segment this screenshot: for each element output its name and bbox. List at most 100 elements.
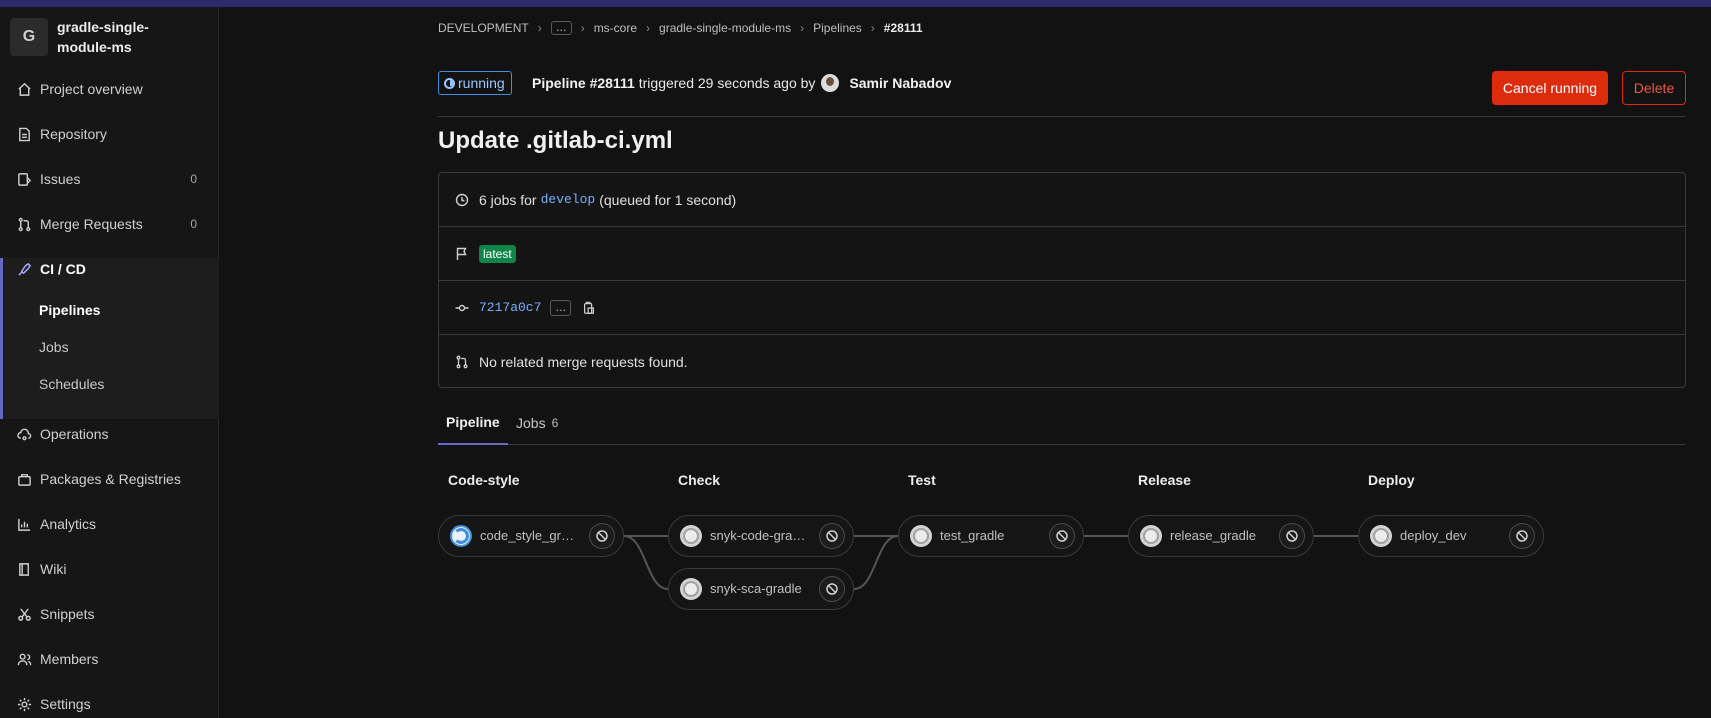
job-release-gradle[interactable]: release_gradle <box>1128 515 1314 557</box>
pipeline-id: Pipeline #28111 <box>532 75 635 91</box>
sidebar-item-label: Project overview <box>40 81 143 97</box>
commit-sha-link[interactable]: 7217a0c7 <box>479 300 541 315</box>
sidebar-item-operations[interactable]: Operations <box>0 417 219 451</box>
sidebar-item-label: Settings <box>40 696 91 712</box>
pipeline-tabs: Pipeline Jobs 6 <box>438 400 1686 445</box>
job-code-style-gradle[interactable]: code_style_gradle <box>438 515 624 557</box>
sidebar-subitem-schedules[interactable]: Schedules <box>39 376 104 392</box>
user-name[interactable]: Samir Nabadov <box>849 75 951 91</box>
job-link <box>853 535 899 590</box>
cancel-icon <box>826 583 838 595</box>
status-running-icon <box>444 77 455 89</box>
merge-request-icon <box>16 216 32 232</box>
pipeline-summary: Pipeline #28111 triggered 29 seconds ago… <box>532 74 951 92</box>
job-name: deploy_dev <box>1400 528 1467 543</box>
breadcrumb-current[interactable]: #28111 <box>884 21 923 35</box>
sidebar-item-repository[interactable]: Repository <box>0 117 219 151</box>
project-name: gradle-single-module-ms <box>57 19 149 55</box>
jobs-tab-count: 6 <box>551 415 559 430</box>
pipeline-graph: Code-style Check Test Release Deploy cod… <box>438 462 1686 622</box>
latest-badge: latest <box>479 244 516 263</box>
job-name: snyk-code-gradle <box>710 528 808 543</box>
branch-link[interactable]: develop <box>541 192 596 207</box>
jobs-count-text: 6 jobs for <box>479 191 537 208</box>
breadcrumb-expand-button[interactable]: … <box>550 21 572 35</box>
commit-expand-button[interactable]: … <box>550 299 572 316</box>
badges-row: latest <box>439 227 1685 281</box>
job-snyk-sca-gradle[interactable]: snyk-sca-gradle <box>668 568 854 610</box>
package-icon <box>16 471 32 487</box>
scissors-icon <box>16 606 32 622</box>
project-avatar: G <box>10 18 48 56</box>
job-link <box>623 535 669 590</box>
home-icon <box>16 81 32 97</box>
cancel-job-button[interactable] <box>589 523 615 549</box>
tab-label: Jobs <box>516 414 546 431</box>
sidebar-item-project-overview[interactable]: Project overview <box>0 72 219 106</box>
status-created-icon <box>1140 525 1162 547</box>
breadcrumb-development[interactable]: DEVELOPMENT <box>438 21 529 35</box>
breadcrumb-ms-core[interactable]: ms-core <box>594 21 637 35</box>
chevron-right-icon: › <box>870 21 875 35</box>
cancel-job-button[interactable] <box>819 523 845 549</box>
job-test-gradle[interactable]: test_gradle <box>898 515 1084 557</box>
sidebar-item-analytics[interactable]: Analytics <box>0 507 219 541</box>
breadcrumb-pipelines[interactable]: Pipelines <box>813 21 862 35</box>
chevron-right-icon: › <box>537 21 542 35</box>
gear-icon <box>16 696 32 712</box>
job-name: test_gradle <box>940 528 1005 543</box>
sidebar-item-cicd[interactable]: CI / CD <box>0 252 219 286</box>
merge-requests-row: No related merge requests found. <box>439 335 1685 389</box>
merge-request-icon <box>455 355 469 369</box>
pipeline-header: running Pipeline #28111 triggered 29 sec… <box>438 71 1686 117</box>
status-running-icon <box>450 525 472 547</box>
users-icon <box>16 651 32 667</box>
breadcrumb-project[interactable]: gradle-single-module-ms <box>659 21 791 35</box>
status-badge[interactable]: running <box>438 71 512 95</box>
sidebar-item-packages[interactable]: Packages & Registries <box>0 462 219 496</box>
commit-row: 7217a0c7 … <box>439 281 1685 335</box>
job-deploy-dev[interactable]: deploy_dev <box>1358 515 1544 557</box>
sidebar-item-snippets[interactable]: Snippets <box>0 597 219 631</box>
stage-title-check: Check <box>678 472 721 488</box>
chevron-right-icon: › <box>580 21 585 35</box>
cancel-job-button[interactable] <box>819 576 845 602</box>
delete-button[interactable]: Delete <box>1622 71 1686 105</box>
cancel-job-button[interactable] <box>1049 523 1075 549</box>
sidebar-item-settings[interactable]: Settings <box>0 687 219 718</box>
sidebar-subitem-pipelines[interactable]: Pipelines <box>39 302 100 318</box>
status-label: running <box>458 75 505 91</box>
tab-label: Pipeline <box>446 413 500 430</box>
queued-text: (queued for 1 second) <box>599 191 737 208</box>
status-created-icon <box>910 525 932 547</box>
sidebar-item-label: Merge Requests <box>40 216 143 232</box>
stage-title-test: Test <box>908 472 936 488</box>
cancel-job-button[interactable] <box>1509 523 1535 549</box>
triggered-text: triggered 29 seconds ago by <box>638 75 816 91</box>
avatar[interactable] <box>821 74 840 92</box>
sidebar-item-label: Snippets <box>40 606 95 622</box>
sidebar-item-issues[interactable]: Issues 0 <box>0 162 219 196</box>
job-name: snyk-sca-gradle <box>710 581 802 596</box>
status-created-icon <box>680 578 702 600</box>
copy-icon[interactable] <box>581 300 597 316</box>
sidebar-item-merge-requests[interactable]: Merge Requests 0 <box>0 207 219 241</box>
issues-count: 0 <box>190 172 197 186</box>
sidebar-item-label: Analytics <box>40 516 97 532</box>
sidebar-subitem-jobs[interactable]: Jobs <box>39 339 69 355</box>
chevron-right-icon: › <box>646 21 651 35</box>
cancel-job-button[interactable] <box>1279 523 1305 549</box>
sidebar-item-label: Wiki <box>40 561 67 577</box>
stage-title-deploy: Deploy <box>1368 472 1415 488</box>
sidebar-item-wiki[interactable]: Wiki <box>0 552 219 586</box>
job-snyk-code-gradle[interactable]: snyk-code-gradle <box>668 515 854 557</box>
project-header[interactable]: G gradle-single-module-ms <box>10 17 177 57</box>
tab-jobs[interactable]: Jobs 6 <box>516 400 558 445</box>
cancel-icon <box>1286 530 1298 542</box>
cancel-running-button[interactable]: Cancel running <box>1492 71 1608 105</box>
sidebar-item-members[interactable]: Members <box>0 642 219 676</box>
tab-pipeline[interactable]: Pipeline <box>438 400 508 445</box>
merge-requests-text: No related merge requests found. <box>479 354 688 370</box>
sidebar-item-label: Repository <box>40 126 107 142</box>
merge-requests-count: 0 <box>190 217 197 231</box>
